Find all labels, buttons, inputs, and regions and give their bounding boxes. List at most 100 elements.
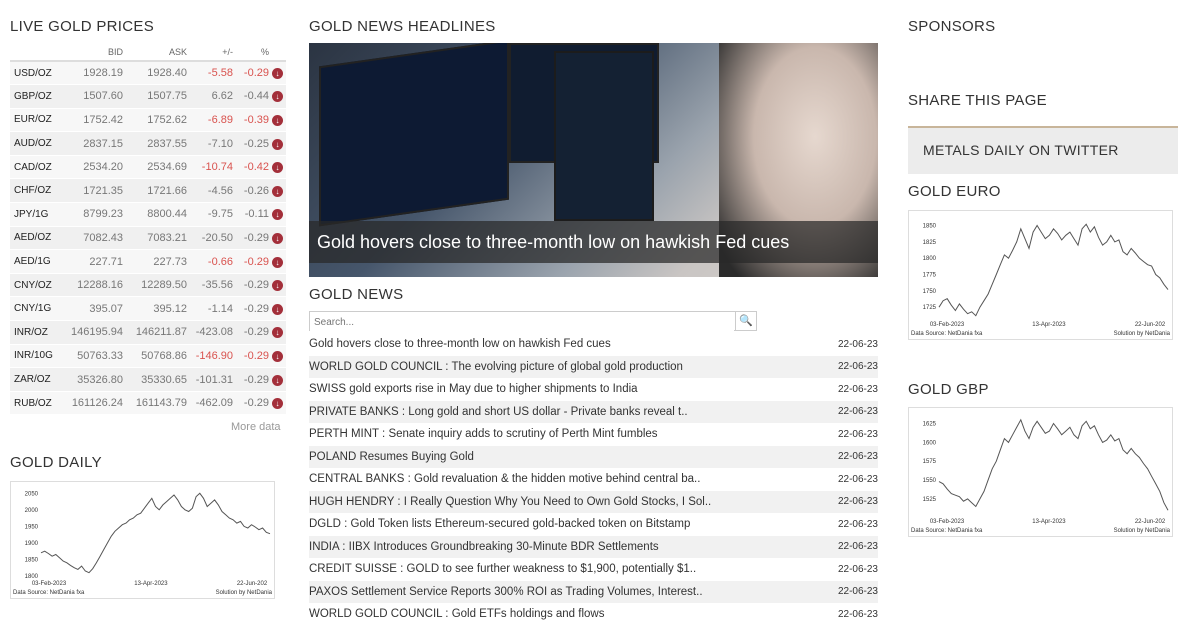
ask-cell: 1752.62 <box>123 108 187 133</box>
change-cell: -1.14 <box>187 296 233 322</box>
gold-gbp-chart[interactable]: 1525 1550 1575 1600 1625 03-Feb-2023 13-Apr-20… <box>908 407 1173 537</box>
gold-news-title: GOLD NEWS <box>309 286 404 303</box>
news-item[interactable]: PRIVATE BANKS : Long gold and short US d… <box>309 400 878 423</box>
change-cell: -35.56 <box>187 273 233 298</box>
change-cell: -20.50 <box>187 226 233 251</box>
more-data-link[interactable]: More data <box>231 421 281 433</box>
trading-screen-image <box>554 51 654 221</box>
news-date: 22-06-23 <box>837 608 878 620</box>
news-item[interactable]: CREDIT SUISSE : GOLD to see further weak… <box>309 558 878 581</box>
x-tick-label: 22-Jun-202 <box>1135 519 1166 525</box>
price-row: AED/OZ 7082.43 7083.21 -20.50 -0.29 ↓ <box>10 226 286 251</box>
news-item[interactable]: WORLD GOLD COUNCIL : Gold ETFs holdings … <box>309 603 878 620</box>
news-item[interactable]: HUGH HENDRY : I Really Question Why You … <box>309 490 878 513</box>
headline-hero[interactable]: Gold hovers close to three-month low on … <box>309 43 878 277</box>
news-item[interactable]: SWISS gold exports rise in May due to hi… <box>309 378 878 401</box>
news-item[interactable]: WORLD GOLD COUNCIL : The evolving pictur… <box>309 355 878 378</box>
y-tick-label: 1600 <box>923 440 937 446</box>
change-cell: -9.75 <box>187 202 233 227</box>
news-item[interactable]: CENTRAL BANKS : Gold revaluation & the h… <box>309 468 878 491</box>
news-title[interactable]: DGLD : Gold Token lists Ethereum-secured… <box>309 518 690 530</box>
x-tick-label: 22-Jun-202 <box>1135 322 1166 328</box>
news-item[interactable]: POLAND Resumes Buying Gold 22-06-23 <box>309 445 878 468</box>
symbol-cell: EUR/OZ <box>10 108 65 133</box>
change-cell: -101.31 <box>187 367 233 392</box>
news-title[interactable]: WORLD GOLD COUNCIL : Gold ETFs holdings … <box>309 608 604 620</box>
y-tick-label: 1800 <box>25 574 39 580</box>
search-button[interactable]: 🔍 <box>735 312 756 330</box>
percent-cell: -0.44 <box>233 84 269 109</box>
x-tick-label: 03-Feb-2023 <box>930 322 965 328</box>
y-tick-label: 1725 <box>923 305 937 311</box>
percent-cell: -0.39 <box>233 108 269 133</box>
news-title[interactable]: PERTH MINT : Senate inquiry adds to scru… <box>309 428 658 440</box>
symbol-cell: JPY/1G <box>10 202 65 227</box>
x-tick-label: 13-Apr-2023 <box>134 581 168 587</box>
y-tick-label: 1525 <box>923 497 937 503</box>
down-arrow-icon: ↓ <box>272 91 283 103</box>
gold-daily-title: GOLD DAILY <box>10 454 102 471</box>
x-tick-label: 22-Jun-202 <box>237 581 268 587</box>
price-row: CNY/OZ 12288.16 12289.50 -35.56 -0.29 ↓ <box>10 273 286 298</box>
news-date: 22-06-23 <box>837 428 878 440</box>
chart-source-label: Data Source: NetDania fxa <box>911 528 983 534</box>
gold-gbp-title: GOLD GBP <box>908 381 989 398</box>
symbol-cell: CAD/OZ <box>10 155 65 180</box>
chart-svg: 1800 1850 1900 1950 2000 2050 03-Feb-2023 13-Ap… <box>25 491 271 587</box>
search-input[interactable] <box>310 313 734 332</box>
chart-credit-label: Solution by NetDania <box>215 590 272 596</box>
gold-euro-title: GOLD EURO <box>908 183 1001 200</box>
percent-cell: -0.29 <box>233 320 269 345</box>
price-row: INR/OZ 146195.94 146211.87 -423.08 -0.29 ↓ <box>10 320 286 345</box>
y-tick-label: 2050 <box>25 491 39 497</box>
news-item[interactable]: Gold hovers close to three-month low on … <box>309 333 878 356</box>
col-ask: ASK <box>123 43 187 62</box>
down-arrow-icon: ↓ <box>272 114 283 126</box>
bid-cell: 161126.24 <box>65 391 123 416</box>
share-title: SHARE THIS PAGE <box>908 92 1047 109</box>
ask-cell: 1928.40 <box>123 61 187 86</box>
news-title[interactable]: POLAND Resumes Buying Gold <box>309 451 474 463</box>
percent-cell: -0.29 <box>233 249 269 274</box>
news-title[interactable]: Gold hovers close to three-month low on … <box>309 338 611 350</box>
news-item[interactable]: PERTH MINT : Senate inquiry adds to scru… <box>309 423 878 446</box>
y-tick-label: 1750 <box>923 289 937 295</box>
news-title[interactable]: SWISS gold exports rise in May due to hi… <box>309 383 638 395</box>
y-tick-label: 1800 <box>923 256 937 262</box>
price-row: ZAR/OZ 35326.80 35330.65 -101.31 -0.29 ↓ <box>10 367 286 392</box>
percent-cell: -0.29 <box>233 273 269 298</box>
symbol-cell: ZAR/OZ <box>10 367 65 392</box>
news-title[interactable]: WORLD GOLD COUNCIL : The evolving pictur… <box>309 361 683 373</box>
news-date: 22-06-23 <box>837 473 878 485</box>
percent-cell: -0.29 <box>233 391 269 416</box>
news-title[interactable]: CREDIT SUISSE : GOLD to see further weak… <box>309 563 696 575</box>
gold-daily-chart[interactable]: 1800 1850 1900 1950 2000 2050 03-Feb-2023 13-Ap… <box>10 481 275 599</box>
price-row: RUB/OZ 161126.24 161143.79 -462.09 -0.29 ↓ <box>10 391 286 416</box>
news-title[interactable]: PAXOS Settlement Service Reports 300% RO… <box>309 586 703 598</box>
x-tick-label: 03-Feb-2023 <box>930 519 965 525</box>
percent-cell: -0.11 <box>233 202 269 227</box>
twitter-link[interactable]: METALS DAILY ON TWITTER <box>908 126 1178 174</box>
y-tick-label: 1825 <box>923 240 937 246</box>
y-tick-label: 2000 <box>25 508 39 514</box>
news-title[interactable]: PRIVATE BANKS : Long gold and short US d… <box>309 406 688 418</box>
news-title[interactable]: HUGH HENDRY : I Really Question Why You … <box>309 496 711 508</box>
price-row: EUR/OZ 1752.42 1752.62 -6.89 -0.39 ↓ <box>10 108 286 133</box>
change-cell: -10.74 <box>187 155 233 180</box>
news-item[interactable]: INDIA : IIBX Introduces Groundbreaking 3… <box>309 535 878 558</box>
prices-table: BID ASK +/- % USD/OZ 1928.19 1928.40 -5.58-… <box>10 43 286 416</box>
ask-cell: 146211.87 <box>123 320 187 345</box>
news-title[interactable]: CENTRAL BANKS : Gold revaluation & the h… <box>309 473 700 485</box>
news-title[interactable]: INDIA : IIBX Introduces Groundbreaking 3… <box>309 541 659 553</box>
y-tick-label: 1900 <box>25 541 39 547</box>
bid-cell: 1928.19 <box>65 61 123 86</box>
change-cell: -462.09 <box>187 391 233 416</box>
chart-credit-label: Solution by NetDania <box>1113 528 1170 534</box>
hero-caption[interactable]: Gold hovers close to three-month low on … <box>309 221 878 263</box>
ask-cell: 1507.75 <box>123 84 187 109</box>
news-item[interactable]: PAXOS Settlement Service Reports 300% RO… <box>309 580 878 603</box>
news-item[interactable]: DGLD : Gold Token lists Ethereum-secured… <box>309 513 878 536</box>
percent-cell: -0.26 <box>233 178 269 204</box>
gold-euro-chart[interactable]: 1725 1750 1775 1800 1825 1850 03-Feb-2023 13-Ap… <box>908 210 1173 340</box>
ask-cell: 35330.65 <box>123 367 187 392</box>
